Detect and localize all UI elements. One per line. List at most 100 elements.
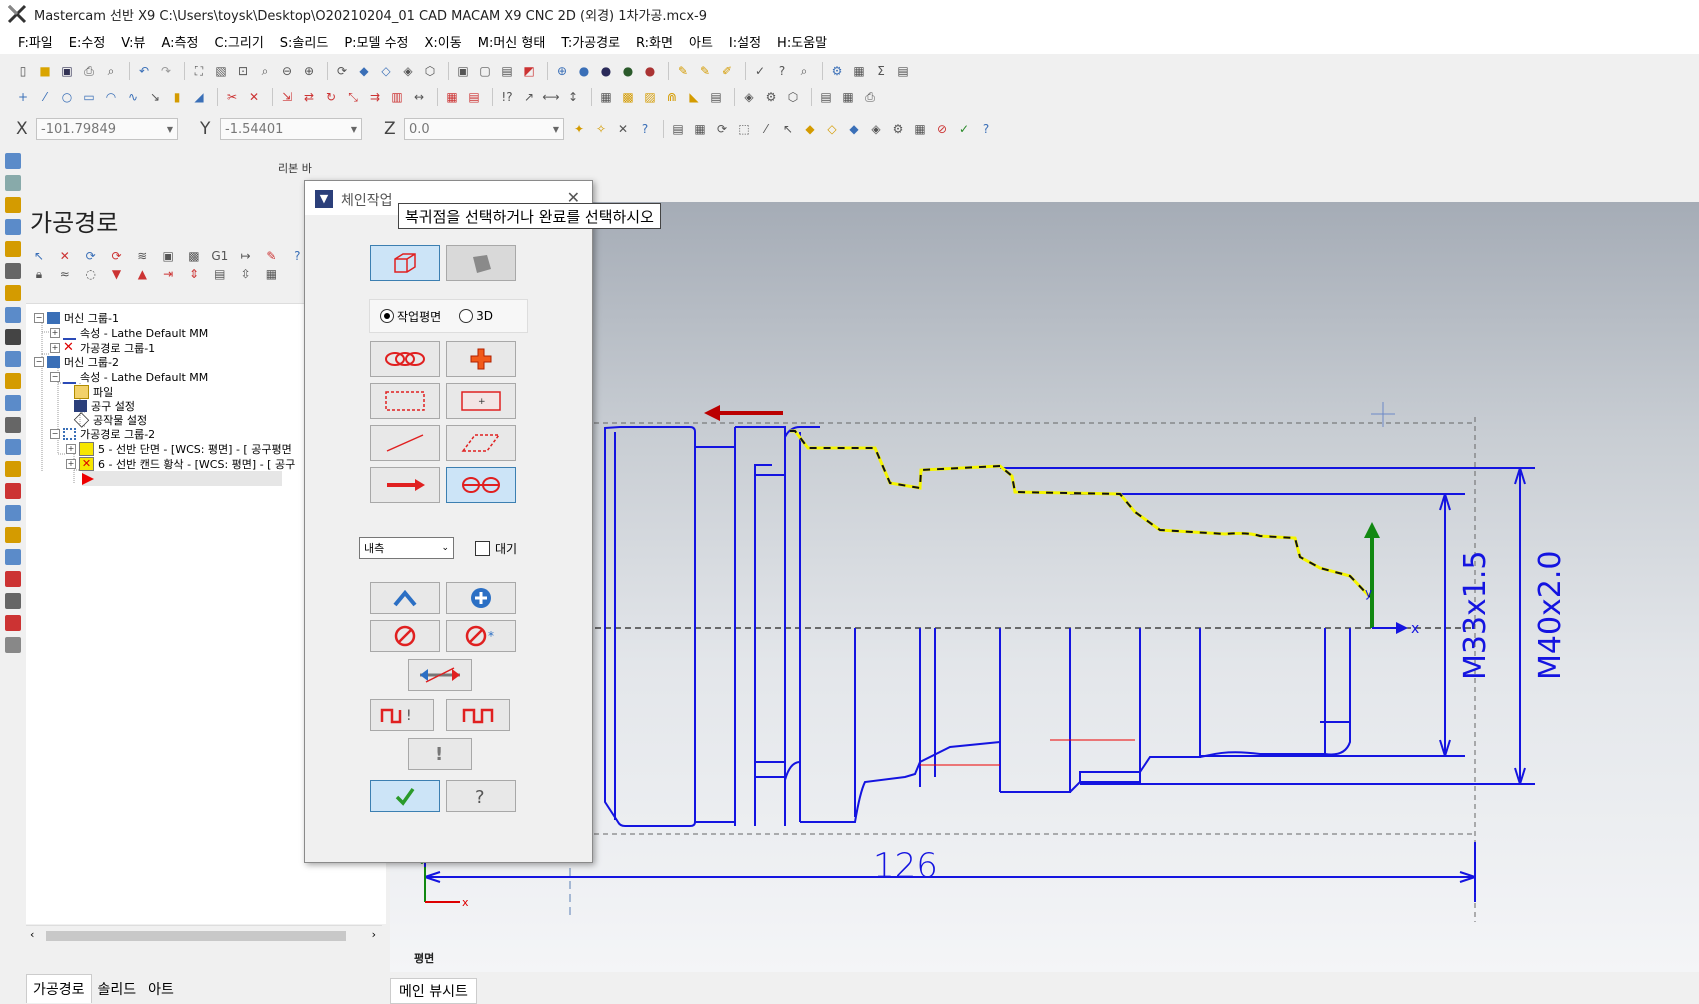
rectangle-icon[interactable]: ▭ (80, 88, 98, 106)
collapse-icon[interactable]: − (50, 371, 60, 382)
single-button[interactable] (370, 425, 440, 461)
menu-view[interactable]: V:뷰 (119, 30, 147, 53)
material-icon[interactable]: ● (597, 62, 615, 80)
undo-icon[interactable]: ↶ (135, 62, 153, 80)
vertical-dim-icon[interactable]: ↕ (564, 88, 582, 106)
layout-icon[interactable]: ▤ (894, 62, 912, 80)
scroll-right-icon[interactable]: › (372, 928, 376, 941)
wait-checkbox[interactable] (475, 541, 490, 556)
radio-plane[interactable] (380, 309, 394, 323)
select-filter-icon[interactable]: ✕ (614, 120, 632, 138)
ok-circle-icon[interactable]: ✓ (955, 120, 973, 138)
chain-options-button[interactable]: ! (408, 738, 472, 770)
print-icon[interactable]: ⎙ (80, 62, 98, 80)
sphere-icon[interactable]: ● (575, 62, 593, 80)
strip-tool-icon[interactable] (5, 439, 21, 455)
regen-dirty-icon[interactable]: ⟳ (107, 247, 125, 265)
measure-icon[interactable]: ↗ (520, 88, 538, 106)
chevron-down-icon[interactable]: ⌄ (441, 543, 449, 553)
face-icon[interactable]: ▨ (641, 88, 659, 106)
tab-art[interactable]: 아트 (142, 975, 180, 1003)
menu-file[interactable]: F:파일 (16, 30, 55, 53)
solid-mode-button[interactable] (446, 245, 516, 281)
menu-model-prep[interactable]: P:모델 수정 (342, 30, 410, 53)
texture-icon[interactable]: ● (619, 62, 637, 80)
menu-settings[interactable]: I:설정 (727, 30, 763, 53)
z-coord-input[interactable]: 0.0 ▼ (404, 118, 564, 140)
strip-tool-icon[interactable] (5, 461, 21, 477)
wireframe-icon[interactable]: ▢ (476, 62, 494, 80)
insert-arrow-icon[interactable]: ⇥ (159, 265, 177, 283)
line-icon[interactable]: ⁄ (36, 88, 54, 106)
post-g1-icon[interactable]: G1 (211, 247, 229, 265)
fit-icon[interactable]: ⛶ (190, 62, 208, 80)
strip-tool-icon[interactable] (5, 549, 21, 565)
view-top-icon[interactable]: ◆ (355, 62, 373, 80)
dimension-icon[interactable]: ↔ (410, 88, 428, 106)
simulate-icon[interactable]: ▩ (185, 247, 203, 265)
array-icon[interactable]: ▥ (388, 88, 406, 106)
arc-icon[interactable]: ◠ (102, 88, 120, 106)
strip-tool-icon[interactable] (5, 593, 21, 609)
tree-item-properties-2[interactable]: − 속성 - Lathe Default MM (50, 369, 208, 384)
expand-icon[interactable]: + (50, 327, 60, 338)
strip-tool-icon[interactable] (5, 395, 21, 411)
tree-item-machine-group-2[interactable]: − 머신 그룹-2 (34, 354, 119, 369)
shade-icon[interactable]: ▣ (454, 62, 472, 80)
view-front-icon[interactable]: ◇ (377, 62, 395, 80)
grid-icon[interactable]: ▦ (850, 62, 868, 80)
polygon-button[interactable] (446, 425, 516, 461)
radio-3d[interactable] (459, 309, 474, 323)
options-button[interactable] (446, 699, 510, 731)
menu-machine-type[interactable]: M:머신 형태 (476, 30, 548, 53)
add-chain-button[interactable] (446, 582, 516, 614)
chain-feature-button[interactable]: ! (370, 699, 434, 731)
spline-icon[interactable]: ∿ (124, 88, 142, 106)
lock-icon[interactable]: 🔒︎ (30, 266, 48, 284)
globe-icon[interactable]: ⊕ (553, 62, 571, 80)
machine-sim-icon[interactable]: ▦ (839, 88, 857, 106)
strip-tool-icon[interactable] (5, 637, 21, 653)
collapse-icon[interactable]: − (50, 428, 60, 439)
x-coord-input[interactable]: -101.79849 ▼ (36, 118, 178, 140)
redo-icon[interactable]: ↷ (157, 62, 175, 80)
sort-icon[interactable]: ⇳ (237, 265, 255, 283)
pencil-icon[interactable]: ✎ (674, 62, 692, 80)
gear-icon[interactable]: ⚙ (889, 120, 907, 138)
expand-icon[interactable]: ⇕ (185, 265, 203, 283)
chain-mode-select[interactable]: 내측 ⌄ (359, 537, 454, 559)
solid-icon[interactable]: ◆ (845, 120, 863, 138)
unzoom-icon[interactable]: ⊖ (278, 62, 296, 80)
insert-arrow-row[interactable] (82, 471, 282, 486)
view-side-icon[interactable]: ◈ (399, 62, 417, 80)
strip-tool-icon[interactable] (5, 483, 21, 499)
menu-help[interactable]: H:도움말 (775, 30, 829, 53)
rotate-icon[interactable]: ⟳ (333, 62, 351, 80)
toggle-display-icon[interactable]: ≈ (56, 265, 74, 283)
strip-tool-icon[interactable] (5, 241, 21, 257)
tree-item-properties-1[interactable]: + 속성 - Lathe Default MM (50, 325, 208, 340)
layers-icon[interactable]: ▦ (911, 120, 929, 138)
pencil-yellow-icon[interactable]: ✎ (696, 62, 714, 80)
menu-analyze[interactable]: A:측정 (159, 30, 200, 53)
chevron-down-icon[interactable]: ▼ (351, 125, 357, 134)
strip-tool-icon[interactable] (5, 153, 21, 169)
snap-icon[interactable]: ✧ (592, 120, 610, 138)
wireframe-mode-button[interactable] (370, 245, 440, 281)
hatch-icon[interactable]: ▦ (443, 88, 461, 106)
trim-icon[interactable]: ✂ (223, 88, 241, 106)
strip-tool-icon[interactable] (5, 219, 21, 235)
strip-tool-icon[interactable] (5, 373, 21, 389)
tree-item-op-5[interactable]: + 5 - 선반 단면 - [WCS: 평면] - [ 공구평면 (66, 441, 292, 456)
backplot-panel-icon[interactable]: ≋ (133, 247, 151, 265)
translate-icon[interactable]: ⇲ (278, 88, 296, 106)
expand-icon[interactable]: + (66, 458, 76, 469)
strip-tool-icon[interactable] (5, 307, 21, 323)
zoom-out-icon[interactable]: ⊕ (300, 62, 318, 80)
cplane-icon[interactable]: ◩ (520, 62, 538, 80)
vector-button[interactable] (370, 467, 440, 503)
refresh-icon[interactable]: ⟳ (713, 120, 731, 138)
tool-icon[interactable]: ◈ (740, 88, 758, 106)
strip-tool-icon[interactable] (5, 197, 21, 213)
strip-tool-icon[interactable] (5, 351, 21, 367)
